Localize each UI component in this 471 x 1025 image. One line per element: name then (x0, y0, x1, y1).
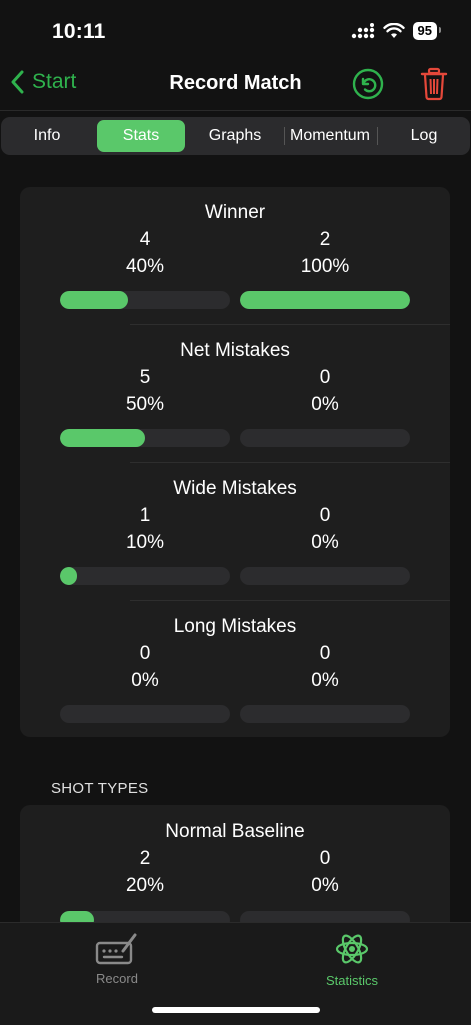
page-title: Record Match (169, 72, 302, 94)
right-percent: 0% (311, 394, 339, 415)
tab-log[interactable]: Log (378, 120, 470, 152)
right-progress-bar (240, 429, 410, 447)
status-icons: 95 (351, 22, 442, 40)
divider (130, 462, 450, 463)
right-count: 2 (319, 229, 331, 250)
stat-net-mistakes: Net Mistakes 5 0 50% 0% (20, 340, 450, 465)
keyboard-pen-icon (95, 933, 137, 965)
left-progress-bar (60, 291, 230, 309)
tab-record[interactable]: Record (47, 931, 187, 986)
stat-title: Net Mistakes (180, 340, 290, 361)
stat-winner: Winner 4 2 40% 100% (20, 202, 450, 327)
right-count: 0 (319, 643, 331, 664)
left-percent: 0% (131, 670, 159, 691)
delete-button[interactable] (420, 67, 448, 101)
stat-title: Wide Mistakes (173, 478, 297, 499)
segmented-control: Info Stats Graphs Momentum Log (1, 117, 470, 155)
left-count: 2 (139, 848, 151, 869)
left-count: 1 (139, 505, 151, 526)
tab-statistics[interactable]: Statistics (282, 931, 422, 988)
stat-long-mistakes: Long Mistakes 0 0 0% 0% (20, 616, 450, 741)
status-time: 10:11 (52, 20, 106, 43)
tab-momentum[interactable]: Momentum (285, 120, 375, 152)
right-percent: 0% (311, 875, 339, 896)
right-progress-bar (240, 567, 410, 585)
section-header: SHOT TYPES (51, 780, 149, 797)
left-progress-bar (60, 705, 230, 723)
home-indicator (152, 1007, 320, 1013)
progress-fill (60, 291, 128, 309)
right-count: 0 (319, 367, 331, 388)
wifi-icon (382, 23, 405, 38)
atom-icon (335, 934, 369, 964)
divider (130, 600, 450, 601)
left-progress-bar (60, 567, 230, 585)
right-progress-bar (240, 291, 410, 309)
tab-stats[interactable]: Stats (97, 120, 185, 152)
right-percent: 0% (311, 532, 339, 553)
stats-card: Winner 4 2 40% 100% Net Mistakes 5 0 50%… (20, 187, 450, 737)
left-progress-bar (60, 429, 230, 447)
divider (130, 324, 450, 325)
nav-bar: Start Record Match (0, 60, 471, 111)
right-percent: 100% (300, 256, 350, 277)
status-bar: 10:11 95 (0, 0, 471, 60)
right-percent: 0% (311, 670, 339, 691)
progress-fill (60, 567, 77, 585)
left-percent: 20% (125, 875, 165, 896)
progress-fill (240, 291, 410, 309)
left-count: 5 (139, 367, 151, 388)
left-count: 4 (139, 229, 151, 250)
left-percent: 40% (125, 256, 165, 277)
right-count: 0 (319, 505, 331, 526)
left-count: 0 (139, 643, 151, 664)
stat-title: Long Mistakes (173, 616, 297, 637)
tab-record-label: Record (96, 971, 138, 986)
battery-indicator: 95 (412, 22, 442, 40)
stat-title: Winner (204, 202, 266, 223)
cellular-signal-icon (351, 23, 374, 39)
left-percent: 10% (125, 532, 165, 553)
left-percent: 50% (125, 394, 165, 415)
right-progress-bar (240, 705, 410, 723)
stat-title: Normal Baseline (165, 821, 305, 842)
stat-wide-mistakes: Wide Mistakes 1 0 10% 0% (20, 478, 450, 603)
tab-info[interactable]: Info (1, 120, 93, 152)
right-count: 0 (319, 848, 331, 869)
tab-graphs[interactable]: Graphs (189, 120, 281, 152)
undo-button[interactable] (351, 67, 385, 101)
tab-statistics-label: Statistics (325, 973, 378, 988)
progress-fill (60, 429, 145, 447)
